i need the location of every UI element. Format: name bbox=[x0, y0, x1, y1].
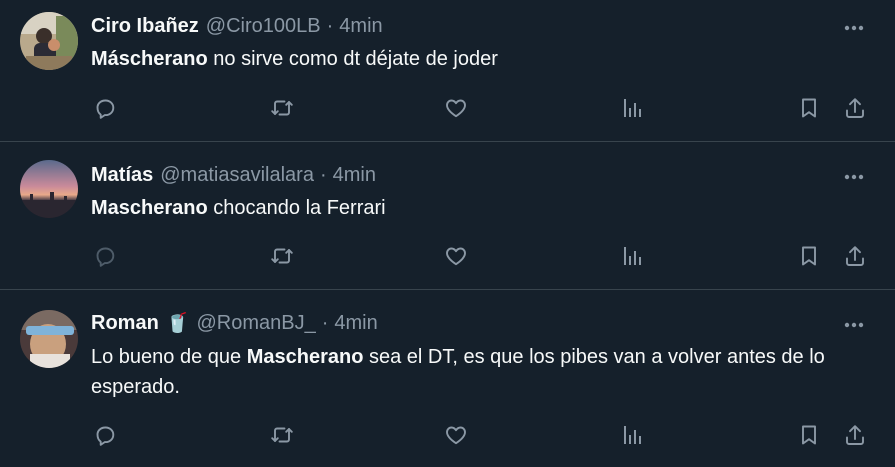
separator-dot: · bbox=[319, 163, 327, 186]
reply-icon[interactable] bbox=[90, 420, 120, 450]
text-bold: Mascherano bbox=[91, 197, 208, 219]
bookmark-icon[interactable] bbox=[794, 241, 824, 271]
timestamp[interactable]: 4min bbox=[334, 312, 377, 335]
text-plain: chocando la Ferrari bbox=[207, 197, 386, 219]
tweet-header: Matías @matiasavilalara · 4min bbox=[91, 162, 835, 188]
retweet-icon[interactable] bbox=[267, 420, 297, 450]
action-bar bbox=[0, 420, 895, 450]
tweet-feed: Ciro Ibañez @Ciro100LB · 4min Máscherano… bbox=[0, 0, 895, 467]
views-icon[interactable] bbox=[617, 241, 647, 271]
action-bar bbox=[0, 93, 895, 123]
separator-dot: · bbox=[321, 311, 329, 334]
separator-dot: · bbox=[326, 14, 334, 37]
text-plain: Lo bueno de que bbox=[91, 346, 247, 368]
tweet[interactable]: Matías @matiasavilalara · 4min Mascheran… bbox=[0, 142, 895, 290]
user-handle[interactable]: @matiasavilalara bbox=[160, 164, 314, 187]
tweet-text: Lo bueno de que Mascherano sea el DT, es… bbox=[91, 342, 873, 402]
user-handle[interactable]: @Ciro100LB bbox=[206, 15, 321, 38]
share-icon[interactable] bbox=[840, 241, 870, 271]
tweet-header: Ciro Ibañez @Ciro100LB · 4min bbox=[91, 13, 835, 39]
timestamp[interactable]: 4min bbox=[333, 164, 376, 187]
action-bar bbox=[0, 241, 895, 271]
tweet-text: Máscherano no sirve como dt déjate de jo… bbox=[91, 44, 873, 74]
more-icon[interactable] bbox=[841, 164, 867, 190]
avatar[interactable] bbox=[20, 160, 78, 218]
display-name[interactable]: Ciro Ibañez bbox=[91, 15, 199, 38]
reply-icon[interactable] bbox=[90, 241, 120, 271]
reply-icon[interactable] bbox=[90, 93, 120, 123]
bookmark-icon[interactable] bbox=[794, 420, 824, 450]
more-icon[interactable] bbox=[841, 15, 867, 41]
retweet-icon[interactable] bbox=[267, 241, 297, 271]
tweet-header: Roman 🥤 @RomanBJ_ · 4min bbox=[91, 310, 835, 336]
avatar[interactable] bbox=[20, 310, 78, 368]
text-plain: no sirve como dt déjate de joder bbox=[207, 48, 498, 70]
views-icon[interactable] bbox=[617, 93, 647, 123]
display-name[interactable]: Roman bbox=[91, 312, 159, 335]
like-icon[interactable] bbox=[441, 420, 471, 450]
timestamp[interactable]: 4min bbox=[339, 15, 382, 38]
like-icon[interactable] bbox=[441, 241, 471, 271]
display-name[interactable]: Matías bbox=[91, 164, 153, 187]
cup-emoji-icon: 🥤 bbox=[165, 313, 190, 334]
tweet-text: Mascherano chocando la Ferrari bbox=[91, 193, 873, 223]
avatar[interactable] bbox=[20, 12, 78, 70]
more-icon[interactable] bbox=[841, 312, 867, 338]
like-icon[interactable] bbox=[441, 93, 471, 123]
user-handle[interactable]: @RomanBJ_ bbox=[196, 312, 315, 335]
views-icon[interactable] bbox=[617, 420, 647, 450]
share-icon[interactable] bbox=[840, 420, 870, 450]
bookmark-icon[interactable] bbox=[794, 93, 824, 123]
tweet[interactable]: Roman 🥤 @RomanBJ_ · 4min Lo bueno de que… bbox=[0, 290, 895, 467]
share-icon[interactable] bbox=[840, 93, 870, 123]
text-bold: Mascherano bbox=[246, 346, 364, 368]
retweet-icon[interactable] bbox=[267, 93, 297, 123]
tweet[interactable]: Ciro Ibañez @Ciro100LB · 4min Máscherano… bbox=[0, 0, 895, 142]
text-bold: Máscherano bbox=[91, 48, 208, 70]
